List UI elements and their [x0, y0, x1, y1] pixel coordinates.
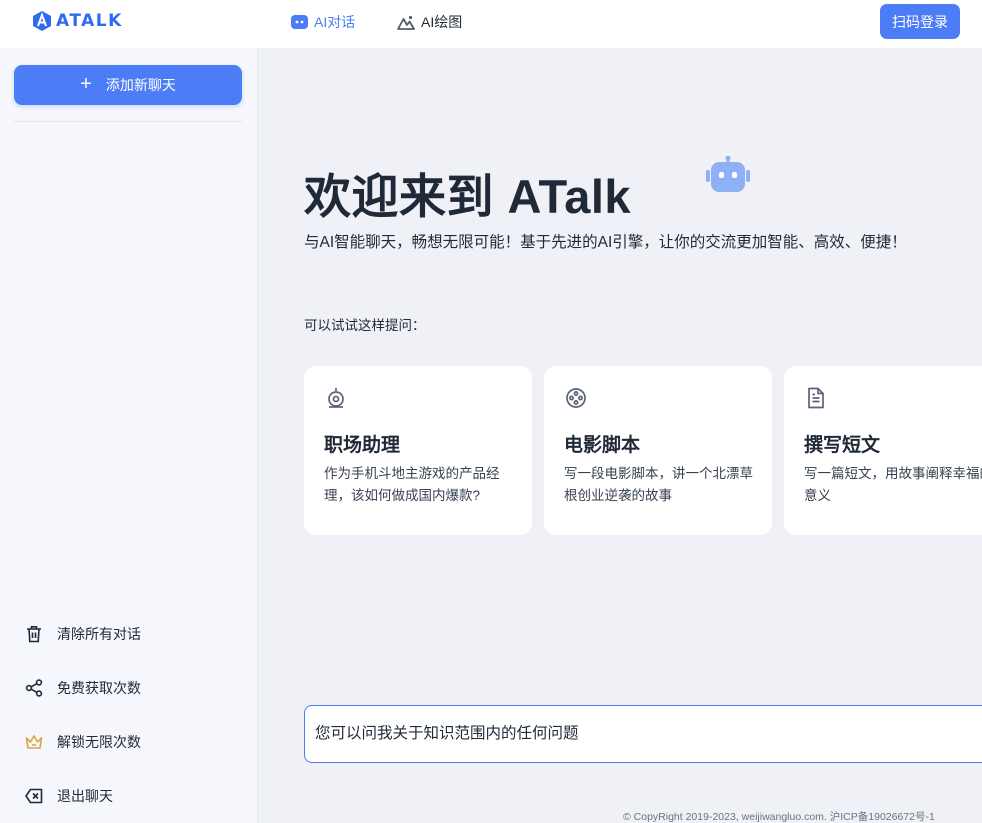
webcam-icon: [328, 388, 344, 408]
clear-all-chats-label: 清除所有对话: [57, 626, 141, 642]
prompt-card-workplace[interactable]: 职场助理 作为手机斗地主游戏的产品经理，该如何做成国内爆款?: [304, 366, 532, 535]
chat-input[interactable]: [315, 706, 982, 762]
footer-copyright: © CopyRight 2019-2023, weijiwangluo.com.…: [623, 811, 935, 823]
nav-ai-chat-label: AI对话: [314, 14, 356, 30]
logo-mark-icon: [33, 11, 51, 31]
crown-icon: [25, 735, 43, 749]
clear-all-chats-button[interactable]: 清除所有对话: [24, 624, 141, 644]
document-icon: [808, 387, 824, 409]
film-reel-icon: [566, 388, 586, 408]
card-description: 作为手机斗地主游戏的产品经理，该如何做成国内爆款?: [324, 466, 500, 503]
chat-bubble-icon: [291, 14, 308, 29]
card-description: 写一段电影脚本，讲一个北漂草根创业逆袭的故事: [564, 466, 753, 503]
top-header: ATALK AI对话 AI绘图 扫码登录: [0, 0, 982, 48]
qr-login-button[interactable]: 扫码登录: [880, 4, 960, 39]
logo-text: ATALK: [56, 11, 123, 31]
try-asking-label: 可以试试这样提问：: [304, 318, 426, 333]
exit-chat-label: 退出聊天: [57, 788, 113, 804]
sidebar: + 添加新聊天 清除所有对话 免费获取次数 解锁无限次数 退出聊天: [0, 48, 258, 823]
logo[interactable]: ATALK: [32, 10, 123, 32]
add-new-chat-button[interactable]: + 添加新聊天: [14, 65, 242, 105]
nav-ai-chat[interactable]: AI对话: [291, 12, 355, 32]
card-title: 撰写短文: [804, 435, 881, 456]
prompt-card-short-essay[interactable]: 撰写短文 写一篇短文，用故事阐释幸福的意义: [784, 366, 982, 535]
nav-ai-draw-label: AI绘图: [421, 14, 463, 30]
backspace-icon: [25, 788, 43, 804]
share-icon: [25, 679, 43, 697]
mountain-image-icon: [397, 15, 415, 30]
main-content: 欢迎来到 ATalk 与AI智能聊天，畅想无限可能！基于先进的AI引擎，让你的交…: [259, 48, 982, 823]
robot-icon: [706, 156, 750, 192]
plus-icon: +: [80, 73, 92, 95]
exit-chat-button[interactable]: 退出聊天: [24, 786, 113, 806]
prompt-card-movie-script[interactable]: 电影脚本 写一段电影脚本，讲一个北漂草根创业逆袭的故事: [544, 366, 772, 535]
add-new-chat-label: 添加新聊天: [105, 77, 176, 93]
unlock-unlimited-button[interactable]: 解锁无限次数: [24, 732, 141, 752]
nav-ai-draw[interactable]: AI绘图: [397, 12, 462, 32]
card-description: 写一篇短文，用故事阐释幸福的意义: [804, 466, 982, 503]
get-free-uses-button[interactable]: 免费获取次数: [24, 678, 141, 698]
page-subtitle: 与AI智能聊天，畅想无限可能！基于先进的AI引擎，让你的交流更加智能、高效、便捷…: [304, 234, 907, 251]
page-title: 欢迎来到 ATalk: [304, 170, 632, 223]
trash-icon: [27, 626, 41, 643]
sidebar-divider: [14, 121, 242, 122]
chat-input-box[interactable]: [304, 705, 982, 763]
unlock-unlimited-label: 解锁无限次数: [57, 734, 141, 750]
card-title: 电影脚本: [564, 435, 641, 456]
card-title: 职场助理: [324, 435, 401, 456]
get-free-uses-label: 免费获取次数: [57, 680, 141, 696]
